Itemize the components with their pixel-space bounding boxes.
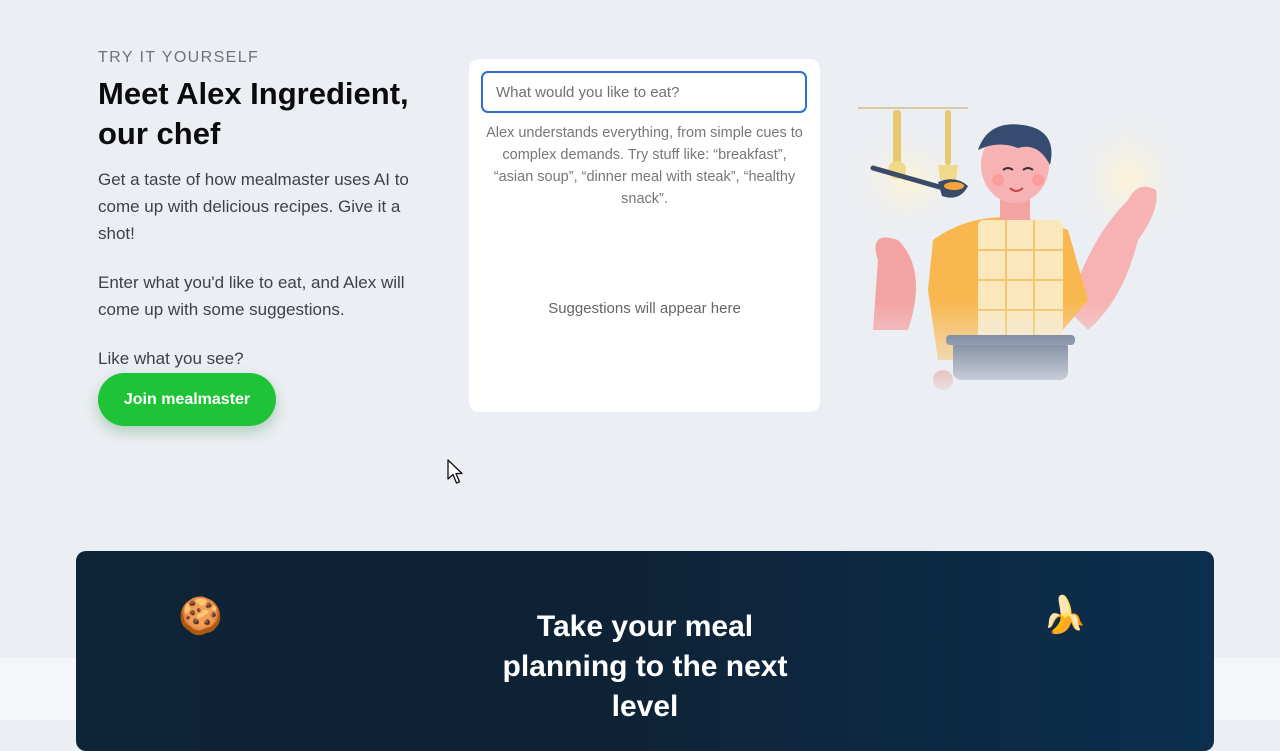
cta-title-line-3: level <box>611 690 679 723</box>
suggestions-empty-state: Suggestions will appear here <box>548 300 741 317</box>
cta-title: Take your meal planning to the next leve… <box>76 607 1214 727</box>
chef-illustration-icon <box>838 70 1178 400</box>
title-line-2: our chef <box>98 116 221 151</box>
cta-prompt: Like what you see? <box>98 349 244 368</box>
cta-title-line-2: planning to the next <box>502 650 788 683</box>
search-hint: Alex understands everything, from simple… <box>486 125 803 207</box>
intro-paragraph: Get a taste of how mealmaster uses AI to… <box>98 170 409 243</box>
chef-chat-card: Alex understands everything, from simple… <box>469 59 820 412</box>
intro-section: TRY IT YOURSELF Meet Alex Ingredient, ou… <box>98 46 438 372</box>
page-title: Meet Alex Ingredient, our chef <box>98 74 438 154</box>
join-button[interactable]: Join mealmaster <box>98 373 276 426</box>
title-line-1: Meet Alex Ingredient, <box>98 76 409 111</box>
meal-search-input[interactable] <box>481 71 807 113</box>
cta-banner: 🍪 🍌 Take your meal planning to the next … <box>76 551 1214 751</box>
instructions-paragraph: Enter what you'd like to eat, and Alex w… <box>98 273 405 319</box>
cta-title-line-1: Take your meal <box>536 610 754 643</box>
eyebrow-label: TRY IT YOURSELF <box>98 49 260 66</box>
mouse-cursor-icon <box>447 459 463 484</box>
